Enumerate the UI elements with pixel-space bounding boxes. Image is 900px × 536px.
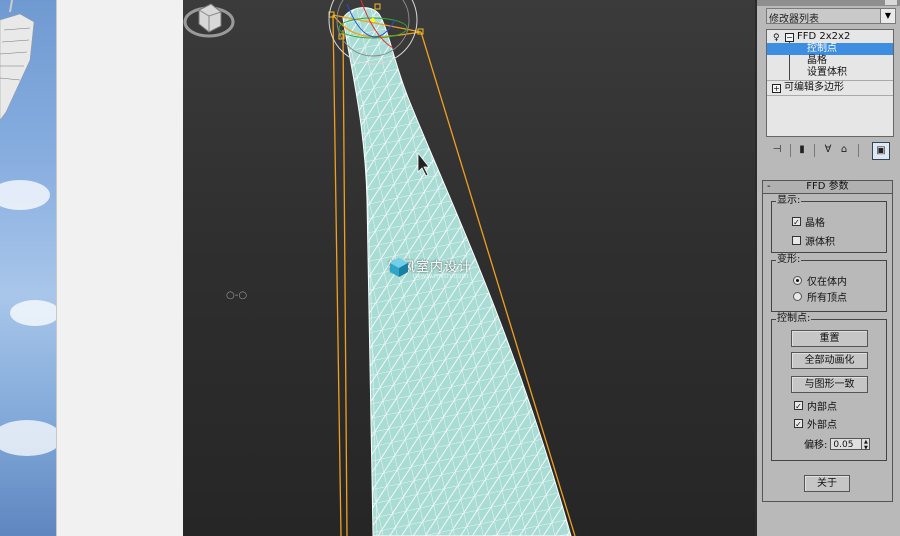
viewport-marker: ○-○ <box>226 290 248 301</box>
only-in-volume-radio[interactable]: 仅在体内 <box>793 273 847 288</box>
chevron-down-icon[interactable]: ▼ <box>880 9 895 23</box>
source-volume-checkbox[interactable]: 源体积 <box>792 233 835 248</box>
ffd-params-rollout: 显示: ✓ 晶格 源体积 变形: 仅在体内 所有顶点 控制点: 重置 全部动画化… <box>762 194 893 502</box>
spinner-arrows-icon[interactable]: ▲ ▼ <box>862 437 871 451</box>
control-points-group-label: 控制点: <box>776 313 812 325</box>
all-vertices-label: 所有顶点 <box>807 293 847 304</box>
offset-label: 偏移: <box>804 440 828 451</box>
offset-field[interactable]: 0.05 <box>830 437 863 450</box>
stack-item-ffd[interactable]: ♀ − FFD 2x2x2 <box>767 31 893 43</box>
stack-item-label: 晶格 <box>807 55 827 66</box>
rollout-title: FFD 参数 <box>806 181 849 192</box>
modifier-stack[interactable]: ♀ − FFD 2x2x2 控制点 晶格 设置体积 + 可编辑多边形 <box>766 29 894 137</box>
stack-item-label: 设置体积 <box>807 67 847 78</box>
stack-item-set-volume[interactable]: 设置体积 <box>767 67 893 79</box>
stack-item-editable-poly[interactable]: + 可编辑多边形 <box>767 82 893 94</box>
only-in-volume-label: 仅在体内 <box>807 277 847 288</box>
checkbox-unchecked-icon[interactable] <box>792 236 801 245</box>
modifier-list-label: 修改器列表 <box>769 14 819 25</box>
radio-unselected-icon[interactable] <box>793 292 802 301</box>
show-end-result-icon[interactable]: ▮ <box>794 142 810 158</box>
control-points-group: 控制点: 重置 全部动画化 与图形一致 ✓ 内部点 ✓ 外部点 偏移: 0.05… <box>771 313 887 461</box>
animate-all-button[interactable]: 全部动画化 <box>791 352 868 369</box>
lattice-label: 晶格 <box>805 218 825 229</box>
ffd-params-rollout-header[interactable]: - FFD 参数 <box>762 180 893 194</box>
display-group-label: 显示: <box>776 195 802 207</box>
reference-photo <box>0 0 56 536</box>
deform-group: 变形: 仅在体内 所有顶点 <box>771 254 887 312</box>
lattice-checkbox[interactable]: ✓ 晶格 <box>792 214 825 229</box>
inside-points-label: 内部点 <box>807 402 837 413</box>
offset-spinner[interactable]: 偏移: 0.05 ▲ ▼ <box>804 436 871 451</box>
conform-to-shape-button[interactable]: 与图形一致 <box>791 376 868 393</box>
watermark-subtext: www.mfsn.com <box>415 272 469 280</box>
watermark-logo-icon <box>390 258 408 277</box>
perspective-viewport[interactable]: ○-○ 铭风室内设计 www.mfsn.com <box>183 0 755 536</box>
checkbox-checked-icon[interactable]: ✓ <box>794 419 803 429</box>
deform-group-label: 变形: <box>776 254 802 266</box>
about-button[interactable]: 关于 <box>804 475 850 492</box>
stack-item-control-points[interactable]: 控制点 <box>767 43 893 55</box>
stack-item-label: 控制点 <box>807 43 837 54</box>
make-unique-icon[interactable]: ∀ <box>820 142 836 158</box>
outside-points-label: 外部点 <box>807 420 837 431</box>
configure-sets-icon[interactable]: ▣ <box>872 142 890 160</box>
radio-selected-icon[interactable] <box>793 276 802 285</box>
stack-item-label: FFD 2x2x2 <box>797 31 851 42</box>
expand-box-icon[interactable]: − <box>785 33 794 42</box>
source-volume-label: 源体积 <box>805 237 835 248</box>
expand-box-icon[interactable]: + <box>772 84 781 93</box>
outside-points-checkbox[interactable]: ✓ 外部点 <box>794 416 837 431</box>
stack-item-label: 可编辑多边形 <box>784 82 844 93</box>
inside-points-checkbox[interactable]: ✓ 内部点 <box>794 398 837 413</box>
viewcube-icon[interactable] <box>183 0 235 40</box>
panel-top-strip <box>757 0 900 6</box>
stack-item-lattice[interactable]: 晶格 <box>767 55 893 67</box>
checkbox-checked-icon[interactable]: ✓ <box>794 401 803 411</box>
display-group: 显示: ✓ 晶格 源体积 <box>771 195 887 253</box>
stack-toolbar: ⊣ ▮ ∀ ⌂ ▣ <box>766 142 896 160</box>
pin-stack-icon[interactable]: ⊣ <box>769 142 785 158</box>
all-vertices-radio[interactable]: 所有顶点 <box>793 289 847 304</box>
checkbox-checked-icon[interactable]: ✓ <box>792 217 801 227</box>
remove-modifier-icon[interactable]: ⌂ <box>836 142 852 158</box>
modifier-list-dropdown[interactable]: 修改器列表 ▼ <box>766 8 896 25</box>
reset-button[interactable]: 重置 <box>791 330 868 347</box>
document-panel <box>56 0 184 536</box>
